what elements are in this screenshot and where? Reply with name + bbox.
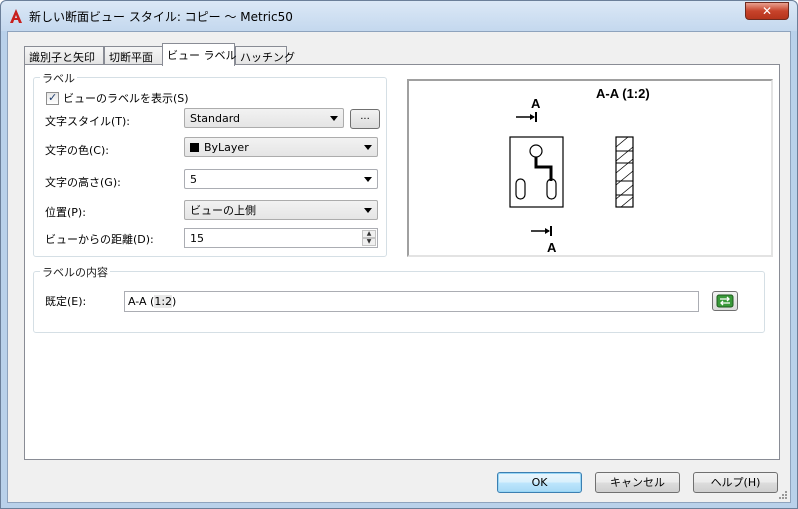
distance-spinner[interactable]: 15 ▲ ▼ bbox=[184, 228, 378, 248]
text-style-value: Standard bbox=[190, 111, 241, 125]
distance-label: ビューからの距離(D): bbox=[45, 233, 154, 246]
field-text-suffix: ) bbox=[172, 295, 177, 308]
preview-drawing: A-A (1:2) A A bbox=[509, 86, 650, 255]
tab-label: 識別子と矢印 bbox=[29, 51, 95, 64]
tab-panel-view-label: ラベル ビューのラベルを表示(S) 文字スタイル(T): Standard ..… bbox=[24, 64, 780, 460]
ok-button[interactable]: OK bbox=[497, 472, 582, 493]
tab-cutting-plane[interactable]: 切断平面 bbox=[104, 46, 163, 65]
dialog-client: 識別子と矢印 切断平面 ビュー ラベル ハッチング ラベル ビューのラベルを表示… bbox=[7, 31, 791, 503]
text-height-label: 文字の高さ(G): bbox=[45, 176, 121, 189]
field-text-prefix: A-A ( bbox=[128, 295, 155, 308]
resize-grip-icon[interactable] bbox=[778, 490, 788, 500]
default-label: 既定(E): bbox=[45, 295, 87, 308]
text-color-display: ByLayer bbox=[190, 141, 249, 154]
position-value: ビューの上側 bbox=[190, 204, 256, 217]
tab-label: 切断平面 bbox=[109, 51, 153, 64]
chevron-down-icon bbox=[364, 144, 372, 150]
text-color-label: 文字の色(C): bbox=[45, 144, 109, 157]
label-preview: A-A (1:2) A A bbox=[407, 79, 773, 257]
label-groupbox: ラベル ビューのラベルを表示(S) 文字スタイル(T): Standard ..… bbox=[33, 70, 387, 257]
close-icon: ✕ bbox=[761, 4, 773, 18]
preview-bottom-marker: A bbox=[547, 240, 557, 255]
tab-label: ハッチング bbox=[240, 51, 295, 64]
text-color-dropdown[interactable]: ByLayer bbox=[184, 137, 378, 157]
label-content-input[interactable]: A-A (1:2) bbox=[124, 291, 699, 312]
position-dropdown[interactable]: ビューの上側 bbox=[184, 200, 378, 220]
label-content-title: ラベルの内容 bbox=[40, 264, 110, 280]
text-height-value: 5 bbox=[190, 172, 197, 186]
tab-view-label[interactable]: ビュー ラベル bbox=[162, 43, 237, 66]
spin-up-icon[interactable]: ▲ bbox=[362, 230, 376, 238]
preview-title: A-A (1:2) bbox=[596, 86, 650, 101]
chevron-down-icon bbox=[364, 176, 372, 182]
field-text-selected: 1:2 bbox=[154, 295, 173, 308]
text-style-browse-button[interactable]: ... bbox=[350, 109, 380, 129]
tab-label: ビュー ラベル bbox=[167, 49, 237, 62]
color-swatch bbox=[190, 142, 199, 152]
label-content-groupbox: ラベルの内容 既定(E): A-A (1:2) bbox=[33, 264, 765, 333]
dialog-window: 新しい断面ビュー スタイル: コピー ～ Metric50 ✕ 識別子と矢印 切… bbox=[0, 0, 798, 509]
cancel-button[interactable]: キャンセル bbox=[595, 472, 680, 493]
title-bar[interactable]: 新しい断面ビュー スタイル: コピー ～ Metric50 ✕ bbox=[1, 1, 797, 31]
spin-down-icon[interactable]: ▼ bbox=[362, 238, 376, 246]
position-label: 位置(P): bbox=[45, 206, 86, 219]
preview-top-marker: A bbox=[531, 96, 541, 111]
insert-field-button[interactable] bbox=[712, 291, 738, 311]
window-title: 新しい断面ビュー スタイル: コピー ～ Metric50 bbox=[29, 10, 293, 24]
text-height-combo[interactable]: 5 bbox=[184, 169, 378, 189]
text-style-label: 文字スタイル(T): bbox=[45, 115, 131, 128]
spin-buttons: ▲ ▼ bbox=[362, 230, 376, 246]
show-label-checkbox-row[interactable]: ビューのラベルを表示(S) bbox=[46, 90, 189, 106]
close-button[interactable]: ✕ bbox=[745, 2, 789, 20]
tab-hatching[interactable]: ハッチング bbox=[235, 46, 295, 65]
help-button[interactable]: ヘルプ(H) bbox=[693, 472, 778, 493]
tab-identifiers-arrows[interactable]: 識別子と矢印 bbox=[24, 46, 104, 65]
label-group-title: ラベル bbox=[40, 70, 77, 86]
show-label-text: ビューのラベルを表示(S) bbox=[63, 92, 189, 105]
text-color-value: ByLayer bbox=[204, 140, 249, 154]
autocad-logo-icon bbox=[10, 9, 22, 23]
chevron-down-icon bbox=[364, 207, 372, 213]
show-label-checkbox[interactable] bbox=[46, 91, 59, 105]
distance-value: 15 bbox=[190, 232, 204, 245]
chevron-down-icon bbox=[330, 115, 338, 121]
field-insert-icon bbox=[716, 294, 734, 308]
text-style-dropdown[interactable]: Standard bbox=[184, 108, 344, 128]
